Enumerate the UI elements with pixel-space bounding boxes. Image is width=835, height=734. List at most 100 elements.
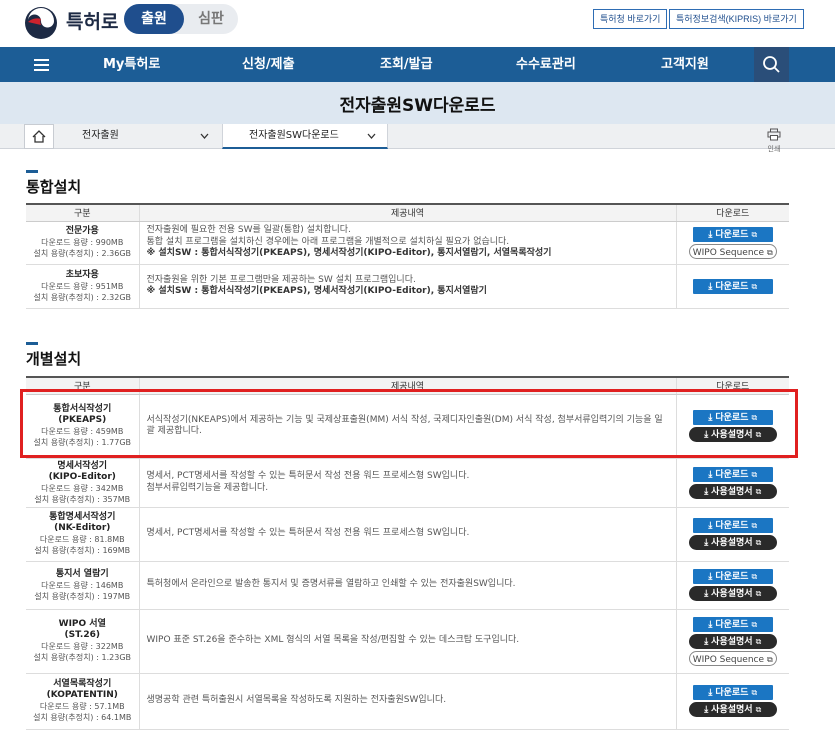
manual-button[interactable]: ⤓ 사용설명서 ⧉ — [688, 702, 777, 717]
download-button[interactable]: ⤓ 다운로드 ⧉ — [692, 616, 773, 632]
table-row: 명세서작성기 (KIPO-Editor) 다운로드 용량 : 342MB 설치 … — [26, 458, 789, 508]
table-row: 통지서 열람기 다운로드 용량 : 146MB 설치 용량(추정치) : 197… — [26, 561, 789, 610]
install-size: 설치 용량(추정치) : 1.23GB — [33, 653, 132, 662]
table-row: 통합서식작성기 (PKEAPS) 다운로드 용량 : 459MB 설치 용량(추… — [26, 394, 789, 459]
menu-icon[interactable] — [0, 47, 82, 82]
row-desc: 생명공학 관련 특허출원시 서열목록을 작성하도록 지원하는 전자출원SW입니다… — [138, 673, 677, 730]
taegeuk-logo-icon[interactable] — [24, 6, 58, 40]
install-size: 설치 용량(추정치) : 1.77GB — [33, 438, 132, 447]
row-desc: 서식작성기(NKEAPS)에서 제공하는 기능 및 국제상표출원(MM) 서식 … — [138, 394, 677, 459]
individual-table: 구분 제공내역 다운로드 통합서식작성기 (PKEAPS) 다운로드 용량 : … — [26, 376, 789, 730]
manual-button[interactable]: ⤓ 사용설명서 ⧉ — [688, 586, 777, 601]
chevron-down-icon — [367, 133, 376, 139]
manual-label: 사용설명서 — [711, 705, 753, 715]
nav-apply-submit[interactable]: 신청/제출 — [242, 47, 295, 82]
breadcrumb-level1[interactable]: 전자출원 — [54, 124, 222, 149]
search-button[interactable] — [754, 47, 789, 82]
download-icon: ⤓ — [708, 469, 713, 480]
new-window-icon: ⧉ — [751, 572, 758, 581]
row-name: 통지서 열람기 — [55, 568, 109, 579]
section-marker — [26, 170, 38, 173]
chevron-down-icon — [200, 133, 209, 139]
row-download-cell: ⤓ 다운로드 ⧉ ⤓ 사용설명서 ⧉ — [676, 394, 789, 459]
breadcrumb-level2[interactable]: 전자출원SW다운로드 — [222, 124, 388, 149]
download-icon: ⤓ — [708, 619, 713, 630]
mode-trial-button[interactable]: 심판 — [186, 4, 236, 34]
new-window-icon: ⧉ — [755, 538, 762, 547]
row-name: 명세서작성기 — [57, 460, 108, 471]
download-label: 다운로드 — [715, 469, 749, 480]
row-name-cell: 전문가용 다운로드 용량 : 990MB 설치 용량(추정치) : 2.36GB — [26, 221, 139, 265]
new-window-icon: ⧉ — [751, 469, 758, 479]
kipo-link[interactable]: 특허청 바로가기 — [593, 9, 668, 29]
wipo-sequence-button[interactable]: WIPO Sequence ⧉ — [688, 243, 777, 259]
title-band: 전자출원SW다운로드 — [0, 82, 835, 124]
new-window-icon: ⧉ — [751, 688, 758, 697]
download-button[interactable]: ⤓ 다운로드 ⧉ — [692, 466, 773, 482]
download-button[interactable]: ⤓ 다운로드 ⧉ — [692, 685, 773, 700]
download-icon: ⤓ — [704, 636, 709, 647]
print-button[interactable]: 인쇄 — [764, 126, 784, 154]
nav-fee-management[interactable]: 수수료관리 — [516, 47, 576, 82]
row-name-cell: 명세서작성기 (KIPO-Editor) 다운로드 용량 : 342MB 설치 … — [26, 458, 139, 508]
mode-toggle: 출원 심판 — [124, 4, 238, 34]
download-icon: ⤓ — [708, 413, 713, 423]
download-button[interactable]: ⤓ 다운로드 ⧉ — [692, 410, 773, 425]
row-download-cell: ⤓ 다운로드 ⧉ WIPO Sequence ⧉ — [676, 221, 789, 265]
download-size: 다운로드 용량 : 342MB — [41, 483, 124, 493]
download-button[interactable]: ⤓ 다운로드 ⧉ — [692, 518, 773, 533]
row-name: 통합명세서작성기 — [49, 512, 116, 522]
page-title: 전자출원SW다운로드 — [339, 96, 496, 116]
manual-button[interactable]: ⤓ 사용설명서 ⧉ — [688, 633, 777, 649]
new-window-icon: ⧉ — [755, 486, 762, 496]
new-window-icon: ⧉ — [755, 589, 762, 598]
row-code: (KIPO-Editor) — [48, 471, 116, 482]
row-desc-cell: 전자출원을 위한 기본 프로그램만을 제공하는 SW 설치 프로그램입니다. ※… — [138, 264, 677, 309]
logo-text[interactable]: 특허로 — [66, 7, 118, 34]
wipo-sequence-button[interactable]: WIPO Sequence ⧉ — [688, 650, 777, 666]
col-header-content: 제공내역 — [138, 376, 677, 395]
manual-button[interactable]: ⤓ 사용설명서 ⧉ — [688, 427, 777, 442]
download-icon: ⤓ — [704, 538, 709, 548]
manual-button[interactable]: ⤓ 사용설명서 ⧉ — [688, 535, 777, 550]
row-name-cell: 초보자용 다운로드 용량 : 951MB 설치 용량(추정치) : 2.32GB — [26, 264, 139, 309]
row-desc: WIPO 표준 ST.26을 준수하는 XML 형식의 서열 목록을 작성/편집… — [138, 609, 677, 674]
new-window-icon: ⧉ — [755, 430, 762, 439]
row-download-cell: ⤓ 다운로드 ⧉ ⤓ 사용설명서 ⧉ — [676, 458, 789, 508]
download-button[interactable]: ⤓ 다운로드 ⧉ — [692, 278, 773, 294]
download-size: 다운로드 용량 : 57.1MB — [39, 702, 125, 711]
manual-label: 사용설명서 — [711, 430, 753, 440]
col-header-content: 제공내역 — [138, 203, 677, 222]
download-size: 다운로드 용량 : 322MB — [41, 642, 124, 651]
kipris-link[interactable]: 특허정보검색(KIPRIS) 바로가기 — [669, 9, 804, 29]
home-button[interactable] — [24, 124, 54, 149]
main-nav: My특허로 신청/제출 조회/발급 수수료관리 고객지원 — [0, 47, 835, 82]
new-window-icon: ⧉ — [755, 636, 762, 646]
manual-button[interactable]: ⤓ 사용설명서 ⧉ — [688, 483, 777, 499]
row-desc: 통합 설치 프로그램을 설치하신 경우에는 아래 프로그램을 개별적으로 설치하… — [146, 236, 510, 247]
row-desc: 첨부서류입력기능을 제공합니다. — [146, 482, 269, 493]
new-window-icon: ⧉ — [767, 247, 773, 257]
breadcrumb-level1-label: 전자출원 — [82, 130, 119, 141]
new-window-icon: ⧉ — [767, 654, 773, 664]
row-code: (PKEAPS) — [58, 415, 107, 425]
row-desc: 전자출원에 필요한 전용 SW를 일괄(통합) 설치합니다. — [146, 225, 351, 236]
printer-icon — [767, 128, 781, 141]
wipo-label: WIPO Sequence — [692, 247, 765, 258]
manual-label: 사용설명서 — [711, 636, 753, 647]
col-header-category: 구분 — [26, 203, 139, 222]
row-desc-note: ※ 설치SW : 통합서식작성기(PKEAPS), 명세서작성기(KIPO-Ed… — [146, 286, 487, 296]
row-code: (NK-Editor) — [54, 523, 111, 533]
download-button[interactable]: ⤓ 다운로드 ⧉ — [692, 226, 773, 242]
download-icon: ⤓ — [704, 589, 709, 599]
install-size: 설치 용량(추정치) : 169MB — [34, 546, 131, 555]
install-size: 설치 용량(추정치) : 2.32GB — [33, 292, 132, 302]
nav-my-patent[interactable]: My특허로 — [103, 47, 160, 82]
download-button[interactable]: ⤓ 다운로드 ⧉ — [692, 569, 773, 584]
nav-inquiry-issue[interactable]: 조회/발급 — [380, 47, 433, 82]
nav-customer-support[interactable]: 고객지원 — [661, 47, 709, 82]
print-label: 인쇄 — [767, 145, 781, 153]
mode-apply-button[interactable]: 출원 — [124, 4, 184, 34]
col-header-category: 구분 — [26, 376, 139, 395]
row-name-cell: 통합명세서작성기 (NK-Editor) 다운로드 용량 : 81.8MB 설치… — [26, 507, 139, 562]
